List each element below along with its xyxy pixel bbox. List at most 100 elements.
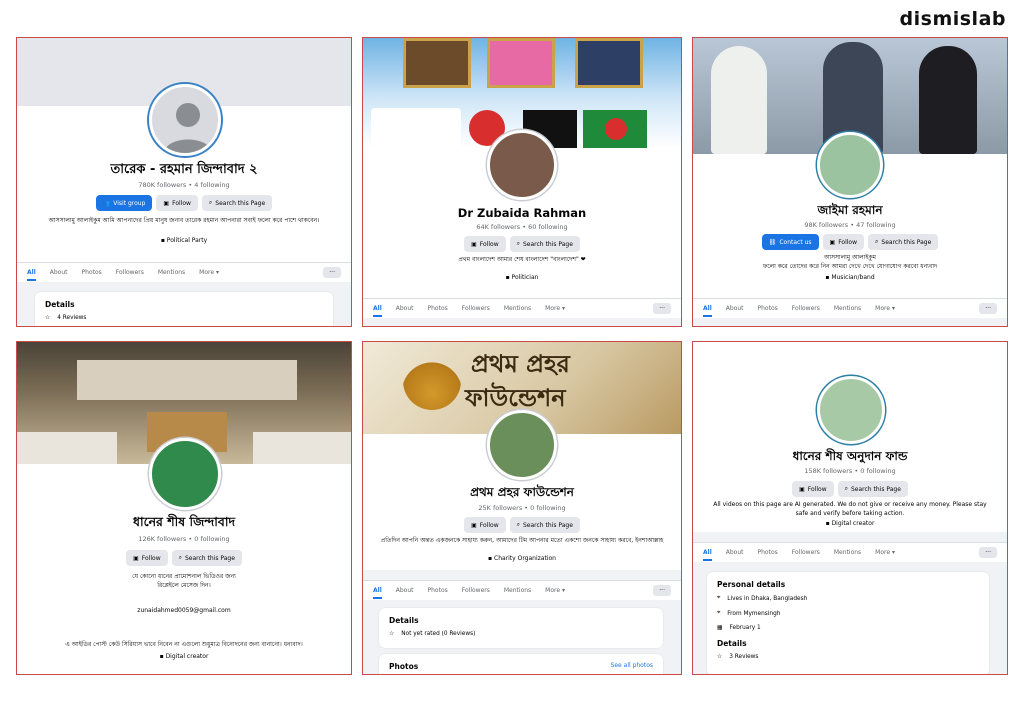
- portrait-frame-left: [403, 38, 471, 88]
- profile-avatar[interactable]: [487, 410, 557, 480]
- tab-mentions[interactable]: Mentions: [834, 305, 861, 312]
- search-icon: ⌕: [178, 554, 182, 561]
- photos-card: Photos See all photos: [379, 654, 663, 674]
- details-heading: Details: [717, 639, 747, 648]
- default-avatar-icon[interactable]: [149, 84, 221, 156]
- tab-photos[interactable]: Photos: [758, 305, 778, 312]
- panel-page-3: জাইমা রহমান 98K followers • 47 following…: [692, 37, 1008, 327]
- search-page-button[interactable]: ⌕ Search this Page: [171, 550, 242, 566]
- profile-avatar[interactable]: [487, 130, 557, 200]
- follow-icon: ▣: [799, 485, 805, 493]
- profile-tabs: All About Photos Followers Mentions More…: [693, 542, 1007, 562]
- campaign-logo-image: [371, 108, 461, 148]
- profile-tabs: All About Photos Followers Mentions More…: [693, 298, 1007, 318]
- tab-about[interactable]: About: [396, 305, 414, 312]
- personal-details-card: Personal details ⌖ Lives in Dhaka, Bangla…: [707, 572, 989, 674]
- more-options-button[interactable]: ···: [323, 267, 341, 278]
- page-category: ▪ Digital creator: [825, 520, 875, 527]
- search-page-button[interactable]: ⌕ Search this Page: [837, 481, 908, 497]
- flag-image-green: [583, 110, 647, 148]
- lives-row: ⌖ Lives in Dhaka, Bangladesh: [717, 595, 808, 602]
- follow-icon: ▣: [471, 240, 477, 248]
- location-pin-icon: ⌖: [717, 595, 721, 601]
- tab-more[interactable]: More ▾: [199, 269, 219, 276]
- page-category: ▪ Digital creator: [159, 653, 209, 660]
- search-page-button[interactable]: ⌕ Search this Page: [509, 517, 580, 533]
- portrait-frame-right: [575, 38, 643, 88]
- reviews-row[interactable]: ☆ 4 Reviews: [45, 315, 323, 321]
- search-icon: ⌕: [844, 485, 848, 492]
- tab-photos[interactable]: Photos: [82, 269, 102, 276]
- tab-followers[interactable]: Followers: [792, 549, 820, 556]
- profile-avatar[interactable]: [149, 438, 221, 510]
- follower-count: 25K followers • 0 following: [478, 504, 566, 512]
- details-heading: Details: [45, 300, 75, 309]
- tab-all[interactable]: All: [373, 587, 382, 599]
- tab-all[interactable]: All: [703, 305, 712, 317]
- tab-about[interactable]: About: [396, 587, 414, 594]
- more-options-button[interactable]: ···: [653, 303, 671, 314]
- page-category: ▪ Political Party: [160, 237, 208, 244]
- tab-followers[interactable]: Followers: [462, 305, 490, 312]
- follow-button[interactable]: ▣ Follow: [464, 236, 506, 252]
- tab-more[interactable]: More ▾: [875, 305, 895, 312]
- tab-followers[interactable]: Followers: [792, 305, 820, 312]
- tab-followers[interactable]: Followers: [462, 587, 490, 594]
- more-options-button[interactable]: ···: [653, 585, 671, 596]
- page-title: Dr Zubaida Rahman: [457, 206, 587, 220]
- profile-tabs: All About Photos Followers Mentions More…: [363, 298, 681, 318]
- tab-followers[interactable]: Followers: [116, 269, 144, 276]
- tab-photos[interactable]: Photos: [758, 549, 778, 556]
- tab-more[interactable]: More ▾: [545, 587, 565, 594]
- tab-about[interactable]: About: [726, 305, 744, 312]
- follow-button[interactable]: ▣ Follow: [822, 234, 865, 250]
- contact-email[interactable]: zunaidahmed0059@gmail.com: [17, 606, 351, 615]
- profile-avatar[interactable]: [817, 132, 883, 198]
- tab-mentions[interactable]: Mentions: [504, 587, 531, 594]
- search-icon: ⌕: [875, 238, 879, 245]
- visit-group-button[interactable]: 👥 Visit group: [95, 195, 153, 211]
- panel-page-5: প্রথম প্রহর ফাউন্ডেশন প্রথম প্রহর ফাউন্ড…: [362, 341, 682, 675]
- tab-photos[interactable]: Photos: [428, 587, 448, 594]
- tab-mentions[interactable]: Mentions: [158, 269, 185, 276]
- tab-all[interactable]: All: [373, 305, 382, 317]
- birthday-row: ▦ February 1: [717, 625, 761, 631]
- search-page-button[interactable]: ⌕ Search this Page: [509, 236, 580, 252]
- tab-mentions[interactable]: Mentions: [504, 305, 531, 312]
- page-category: ▪ Charity Organization: [488, 555, 556, 562]
- profile-avatar[interactable]: [817, 376, 885, 444]
- page-bio: আসসালামু আলাইকুম আমি আপনাদের প্রিয় মানু…: [48, 217, 320, 224]
- more-options-button[interactable]: ···: [979, 547, 997, 558]
- details-card: Details ☆ 4 Reviews: [35, 292, 333, 326]
- see-all-photos-link[interactable]: See all photos: [611, 662, 653, 669]
- panel-page-2: Dr Zubaida Rahman 64K followers • 60 fol…: [362, 37, 682, 327]
- profile-tabs: All About Photos Followers Mentions More…: [363, 580, 681, 600]
- follow-button[interactable]: ▣ Follow: [126, 550, 168, 566]
- tab-mentions[interactable]: Mentions: [834, 549, 861, 556]
- tab-photos[interactable]: Photos: [428, 305, 448, 312]
- follow-icon: ▣: [471, 521, 477, 529]
- page-disclaimer: এ আইডির পোস্ট কেউ সিরিয়াস ভাবে নিবেন না…: [65, 641, 303, 648]
- search-page-button[interactable]: ⌕ Search this Page: [868, 234, 939, 250]
- contact-us-button[interactable]: ⛓ Contact us: [761, 234, 819, 250]
- tab-all[interactable]: All: [703, 549, 712, 561]
- follow-icon: ▣: [133, 554, 139, 562]
- tab-more[interactable]: More ▾: [545, 305, 565, 312]
- follower-count: 64K followers • 60 following: [476, 223, 568, 231]
- page-title: ধানের শীষ জিন্দাবাদ: [132, 514, 236, 529]
- tab-about[interactable]: About: [50, 269, 68, 276]
- search-page-button[interactable]: ⌕ Search this Page: [201, 195, 273, 211]
- follow-button[interactable]: ▣ Follow: [156, 195, 198, 211]
- tab-more[interactable]: More ▾: [875, 549, 895, 556]
- reviews-row[interactable]: ☆ 3 Reviews: [717, 654, 979, 660]
- follow-icon: ▣: [829, 238, 836, 246]
- star-icon: ☆: [389, 631, 395, 637]
- follow-button[interactable]: ▣ Follow: [464, 517, 506, 533]
- more-options-button[interactable]: ···: [979, 303, 997, 314]
- person-figure-right: [919, 46, 977, 154]
- tab-all[interactable]: All: [27, 269, 36, 281]
- follow-button[interactable]: ▣ Follow: [792, 481, 834, 497]
- rating-row[interactable]: ☆ Not yet rated (0 Reviews): [389, 631, 653, 637]
- tab-about[interactable]: About: [726, 549, 744, 556]
- page-category: ▪ Musician/band: [825, 274, 875, 281]
